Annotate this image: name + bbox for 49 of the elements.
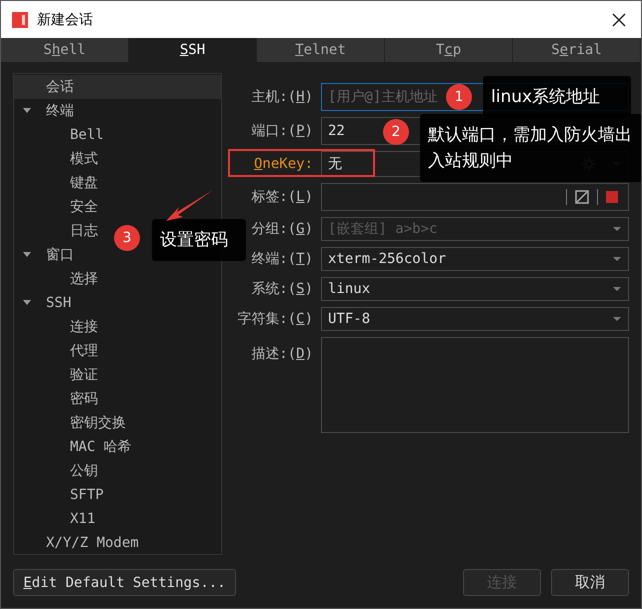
- tree-item[interactable]: SFTP: [14, 483, 221, 507]
- expand-caret-icon[interactable]: [22, 251, 32, 259]
- tree-item[interactable]: 代理: [14, 339, 221, 363]
- clear-color-icon[interactable]: [575, 190, 589, 204]
- tree-item[interactable]: 选择: [14, 267, 221, 291]
- tree-item[interactable]: 安全: [14, 195, 221, 219]
- dropdown[interactable]: xterm-256color: [321, 247, 629, 271]
- field-label: 描述:(D): [250, 345, 313, 363]
- expand-caret-icon[interactable]: [22, 299, 32, 307]
- dialog-button[interactable]: 取消: [551, 569, 629, 596]
- tree-item[interactable]: X11: [14, 507, 221, 531]
- tree-item[interactable]: 公钥: [14, 459, 221, 483]
- tree-item[interactable]: Bell: [14, 123, 221, 147]
- dropdown-caret-icon: [612, 256, 622, 262]
- field-label: 分组:(G): [250, 220, 313, 238]
- dropdown-caret-icon: [612, 286, 622, 292]
- tree-item[interactable]: MAC 哈希: [14, 435, 221, 459]
- field-label: 端口:(P): [250, 122, 313, 140]
- tag-field[interactable]: [321, 183, 629, 211]
- tree-item[interactable]: X/Y/Z Modem: [14, 531, 221, 555]
- field-label: 标签:(L): [250, 188, 313, 206]
- expand-caret-icon[interactable]: [22, 107, 32, 115]
- field-label: 字符集:(C): [236, 310, 313, 328]
- tree-item[interactable]: 终端: [14, 99, 221, 123]
- annotation-tooltip: 设置密码: [152, 219, 246, 261]
- dropdown[interactable]: linux: [321, 277, 629, 301]
- dropdown[interactable]: UTF-8: [321, 307, 629, 331]
- description-field[interactable]: [321, 337, 629, 433]
- onekey-link[interactable]: OneKey:: [230, 156, 313, 172]
- tree-item[interactable]: 密钥交换: [14, 411, 221, 435]
- dropdown-caret-icon: [612, 316, 622, 322]
- color-swatch-icon[interactable]: [606, 191, 618, 203]
- window-title: 新建会话: [37, 10, 94, 28]
- tree-item[interactable]: 会话: [14, 75, 221, 99]
- field-label: 主机:(H): [250, 88, 313, 106]
- tree-item[interactable]: SSH: [14, 291, 221, 315]
- edit-default-settings-button[interactable]: Edit Default Settings...: [13, 569, 236, 596]
- app-icon: [11, 10, 29, 28]
- tab[interactable]: SSH: [129, 38, 257, 62]
- annotation-tooltip: 默认端口，需加入防火墙出入站规则中: [420, 114, 641, 182]
- field-label: 系统:(S): [250, 280, 313, 298]
- dropdown-caret-icon: [612, 226, 622, 232]
- tree-item[interactable]: 验证: [14, 363, 221, 387]
- tree-item[interactable]: 键盘: [14, 171, 221, 195]
- close-icon[interactable]: [612, 12, 626, 26]
- tree-item[interactable]: 连接: [14, 315, 221, 339]
- field-label: 终端:(T): [250, 250, 313, 268]
- tree-item[interactable]: 密码: [14, 387, 221, 411]
- tree-item[interactable]: 模式: [14, 147, 221, 171]
